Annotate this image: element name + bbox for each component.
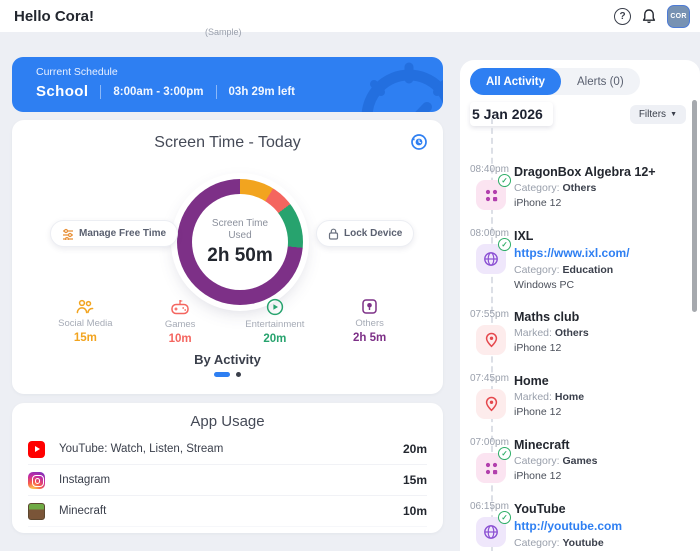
social-media-value: 15m <box>73 332 97 344</box>
activity-entry[interactable]: 06:15pm ✓ YouTube http://youtube.com Cat… <box>470 501 700 551</box>
schedule-label: Current Schedule <box>36 66 118 78</box>
app-usage-title: App Usage <box>190 413 265 430</box>
screen-time-title: Screen Time - Today <box>154 134 301 151</box>
activity-entry[interactable]: 07:00pm ✓ Minecraft Category: Games iPho… <box>470 437 700 483</box>
activity-title: Maths club <box>514 310 580 324</box>
entertainment-value: 20m <box>263 333 287 345</box>
stat-games: Games 10m <box>133 298 228 345</box>
screen-time-donut-chart: Screen Time Used 2h 50m <box>177 179 303 305</box>
sample-watermark: (Sample) <box>205 27 242 37</box>
activity-device: iPhone 12 <box>514 470 562 482</box>
tab-all-activity[interactable]: All Activity <box>470 68 562 95</box>
activity-title: IXL <box>514 229 534 243</box>
youtube-icon <box>28 440 45 458</box>
refresh-history-icon[interactable] <box>410 133 428 151</box>
others-icon <box>362 299 377 314</box>
tab-alerts[interactable]: Alerts (0) <box>561 68 640 95</box>
screen-time-used-value: 2h 50m <box>207 244 273 266</box>
sliders-icon <box>63 228 73 240</box>
category-stats-row: Social Media 15m Games 10m Entertainment… <box>12 298 443 345</box>
activity-panel: All Activity Alerts (0) 5 Jan 2026 Filte… <box>460 60 700 551</box>
divider <box>215 84 217 99</box>
activity-device: iPhone 12 <box>514 406 562 418</box>
divider <box>100 84 102 99</box>
activity-title: YouTube <box>514 502 566 516</box>
app-usage-row[interactable]: YouTube: Watch, Listen, Stream 20m <box>28 434 427 465</box>
carousel-dot[interactable] <box>236 372 241 377</box>
activity-date: 5 Jan 2026 <box>470 102 553 126</box>
by-activity-label: By Activity <box>194 352 261 367</box>
entertainment-play-icon <box>266 298 284 316</box>
stat-social-media: Social Media 15m <box>38 298 133 345</box>
schedule-time-range: 8:00am - 3:00pm <box>113 85 204 98</box>
games-controller-icon <box>171 300 189 315</box>
app-icon: ✓ <box>476 174 511 210</box>
activity-title: Minecraft <box>514 438 570 452</box>
allowed-check-icon: ✓ <box>498 511 511 524</box>
app-usage-row[interactable]: Instagram 15m <box>28 465 427 496</box>
activity-device: iPhone 12 <box>514 342 562 354</box>
notifications-bell-icon[interactable] <box>641 8 657 25</box>
activity-title: DragonBox Algebra 12+ <box>514 165 656 179</box>
schedule-name: School <box>36 83 89 100</box>
manage-free-time-button[interactable]: Manage Free Time <box>50 220 179 247</box>
user-avatar[interactable]: COR <box>667 4 690 28</box>
top-header: Hello Cora! ? COR <box>0 0 700 32</box>
activity-entry[interactable]: 08:40pm ✓ DragonBox Algebra 12+ Category… <box>470 164 700 210</box>
allowed-check-icon: ✓ <box>498 447 511 460</box>
activity-device: Windows PC <box>514 279 575 291</box>
lock-device-button[interactable]: Lock Device <box>316 220 415 247</box>
location-pin-icon <box>476 389 506 419</box>
app-usage-card: App Usage YouTube: Watch, Listen, Stream… <box>12 403 443 533</box>
donut-center-label: Screen Time <box>211 217 269 229</box>
lock-icon <box>328 228 339 240</box>
donut-center: Screen Time Used 2h 50m <box>192 194 288 290</box>
activity-entry[interactable]: 07:45pm Home Marked: Home iPhone 12 <box>470 373 700 419</box>
stat-others: Others 2h 5m <box>322 298 417 345</box>
others-value: 2h 5m <box>353 332 387 344</box>
social-media-icon <box>77 299 94 314</box>
schedule-time-left: 03h 29m left <box>228 85 296 98</box>
app-usage-row[interactable]: Minecraft 10m <box>28 496 427 527</box>
allowed-check-icon: ✓ <box>498 238 511 251</box>
page-greeting: Hello Cora! <box>14 7 95 25</box>
carousel-dot-active[interactable] <box>214 372 230 377</box>
minecraft-icon <box>28 502 45 520</box>
activity-time: 07:45pm <box>470 373 509 384</box>
chevron-down-icon: ▼ <box>670 110 677 118</box>
location-pin-icon <box>476 325 506 355</box>
activity-link[interactable]: http://youtube.com <box>514 519 622 533</box>
activity-tabs: All Activity Alerts (0) <box>470 68 640 95</box>
activity-timeline: 08:40pm ✓ DragonBox Algebra 12+ Category… <box>460 160 700 551</box>
instagram-icon <box>28 471 45 489</box>
screen-time-card: Screen Time - Today Screen Time Used 2h … <box>12 120 443 394</box>
help-icon[interactable]: ? <box>614 7 631 25</box>
activity-title: Home <box>514 374 549 388</box>
games-value: 10m <box>168 333 192 345</box>
activity-time: 07:55pm <box>470 309 509 320</box>
globe-icon: ✓ <box>476 238 511 274</box>
current-schedule-banner[interactable]: Current Schedule School 8:00am - 3:00pm … <box>12 57 443 112</box>
filters-button[interactable]: Filters ▼ <box>629 104 686 124</box>
allowed-check-icon: ✓ <box>498 174 511 187</box>
activity-link[interactable]: https://www.ixl.com/ <box>514 246 630 260</box>
stat-entertainment: Entertainment 20m <box>228 298 323 345</box>
activity-entry[interactable]: 08:00pm ✓ IXL https://www.ixl.com/ Categ… <box>470 228 700 291</box>
app-icon: ✓ <box>476 447 511 483</box>
globe-icon: ✓ <box>476 511 511 547</box>
activity-device: iPhone 12 <box>514 197 562 209</box>
carousel-dots <box>12 372 443 377</box>
activity-entry[interactable]: 07:55pm Maths club Marked: Others iPhone… <box>470 309 700 355</box>
